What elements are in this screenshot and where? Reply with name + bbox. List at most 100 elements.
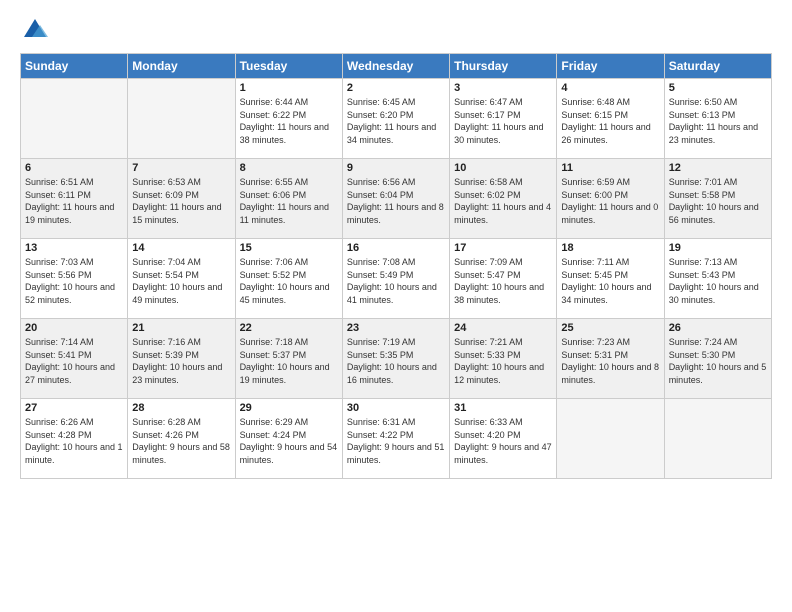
calendar-day-cell (21, 79, 128, 159)
day-number: 31 (454, 402, 552, 414)
day-number: 29 (240, 402, 338, 414)
day-number: 22 (240, 322, 338, 334)
day-info: Sunrise: 7:19 AM Sunset: 5:35 PM Dayligh… (347, 336, 445, 386)
calendar-weekday: Sunday (21, 54, 128, 79)
day-info: Sunrise: 6:53 AM Sunset: 6:09 PM Dayligh… (132, 176, 230, 226)
day-number: 11 (561, 162, 659, 174)
page: SundayMondayTuesdayWednesdayThursdayFrid… (0, 0, 792, 612)
day-info: Sunrise: 7:16 AM Sunset: 5:39 PM Dayligh… (132, 336, 230, 386)
day-number: 8 (240, 162, 338, 174)
day-info: Sunrise: 6:31 AM Sunset: 4:22 PM Dayligh… (347, 416, 445, 466)
day-number: 16 (347, 242, 445, 254)
calendar-week-row: 1 Sunrise: 6:44 AM Sunset: 6:22 PM Daylig… (21, 79, 772, 159)
day-number: 15 (240, 242, 338, 254)
calendar-day-cell: 27 Sunrise: 6:26 AM Sunset: 4:28 PM Dayli… (21, 399, 128, 479)
calendar-day-cell (557, 399, 664, 479)
day-info: Sunrise: 7:18 AM Sunset: 5:37 PM Dayligh… (240, 336, 338, 386)
calendar-day-cell: 14 Sunrise: 7:04 AM Sunset: 5:54 PM Dayli… (128, 239, 235, 319)
day-number: 30 (347, 402, 445, 414)
day-number: 27 (25, 402, 123, 414)
day-number: 24 (454, 322, 552, 334)
day-info: Sunrise: 7:01 AM Sunset: 5:58 PM Dayligh… (669, 176, 767, 226)
day-number: 28 (132, 402, 230, 414)
calendar-week-row: 20Sunrise: 7:14 AM Sunset: 5:41 PM Dayli… (21, 319, 772, 399)
calendar-day-cell: 2 Sunrise: 6:45 AM Sunset: 6:20 PM Daylig… (342, 79, 449, 159)
calendar-day-cell: 15 Sunrise: 7:06 AM Sunset: 5:52 PM Dayli… (235, 239, 342, 319)
day-number: 21 (132, 322, 230, 334)
day-info: Sunrise: 7:21 AM Sunset: 5:33 PM Dayligh… (454, 336, 552, 386)
day-number: 18 (561, 242, 659, 254)
day-info: Sunrise: 6:56 AM Sunset: 6:04 PM Dayligh… (347, 176, 445, 226)
day-info: Sunrise: 6:47 AM Sunset: 6:17 PM Dayligh… (454, 96, 552, 146)
calendar-day-cell: 31 Sunrise: 6:33 AM Sunset: 4:20 PM Dayli… (450, 399, 557, 479)
calendar-day-cell: 7 Sunrise: 6:53 AM Sunset: 6:09 PM Daylig… (128, 159, 235, 239)
day-number: 2 (347, 82, 445, 94)
calendar-day-cell (128, 79, 235, 159)
day-number: 23 (347, 322, 445, 334)
calendar-header-row: SundayMondayTuesdayWednesdayThursdayFrid… (21, 54, 772, 79)
calendar-day-cell: 29 Sunrise: 6:29 AM Sunset: 4:24 PM Dayli… (235, 399, 342, 479)
day-info: Sunrise: 6:50 AM Sunset: 6:13 PM Dayligh… (669, 96, 767, 146)
day-number: 26 (669, 322, 767, 334)
day-info: Sunrise: 7:04 AM Sunset: 5:54 PM Dayligh… (132, 256, 230, 306)
day-info: Sunrise: 6:44 AM Sunset: 6:22 PM Dayligh… (240, 96, 338, 146)
calendar-day-cell: 6 Sunrise: 6:51 AM Sunset: 6:11 PM Daylig… (21, 159, 128, 239)
day-info: Sunrise: 6:45 AM Sunset: 6:20 PM Dayligh… (347, 96, 445, 146)
calendar-day-cell: 12 Sunrise: 7:01 AM Sunset: 5:58 PM Dayli… (664, 159, 771, 239)
logo (20, 15, 54, 45)
calendar-week-row: 13 Sunrise: 7:03 AM Sunset: 5:56 PM Dayli… (21, 239, 772, 319)
day-number: 3 (454, 82, 552, 94)
day-number: 13 (25, 242, 123, 254)
day-number: 6 (25, 162, 123, 174)
day-number: 17 (454, 242, 552, 254)
calendar-day-cell: 28Sunrise: 6:28 AM Sunset: 4:26 PM Dayli… (128, 399, 235, 479)
day-number: 19 (669, 242, 767, 254)
calendar-day-cell: 26 Sunrise: 7:24 AM Sunset: 5:30 PM Dayli… (664, 319, 771, 399)
calendar-week-row: 27 Sunrise: 6:26 AM Sunset: 4:28 PM Dayli… (21, 399, 772, 479)
day-number: 9 (347, 162, 445, 174)
calendar-day-cell: 4 Sunrise: 6:48 AM Sunset: 6:15 PM Daylig… (557, 79, 664, 159)
calendar-day-cell: 25 Sunrise: 7:23 AM Sunset: 5:31 PM Dayli… (557, 319, 664, 399)
calendar-table: SundayMondayTuesdayWednesdayThursdayFrid… (20, 53, 772, 479)
calendar-week-row: 6 Sunrise: 6:51 AM Sunset: 6:11 PM Daylig… (21, 159, 772, 239)
day-info: Sunrise: 6:58 AM Sunset: 6:02 PM Dayligh… (454, 176, 552, 226)
day-info: Sunrise: 7:08 AM Sunset: 5:49 PM Dayligh… (347, 256, 445, 306)
day-number: 7 (132, 162, 230, 174)
calendar-day-cell: 3 Sunrise: 6:47 AM Sunset: 6:17 PM Daylig… (450, 79, 557, 159)
day-number: 10 (454, 162, 552, 174)
day-info: Sunrise: 6:55 AM Sunset: 6:06 PM Dayligh… (240, 176, 338, 226)
day-number: 12 (669, 162, 767, 174)
calendar-weekday: Monday (128, 54, 235, 79)
calendar-day-cell: 8 Sunrise: 6:55 AM Sunset: 6:06 PM Daylig… (235, 159, 342, 239)
calendar-day-cell: 17Sunrise: 7:09 AM Sunset: 5:47 PM Dayli… (450, 239, 557, 319)
day-info: Sunrise: 6:48 AM Sunset: 6:15 PM Dayligh… (561, 96, 659, 146)
day-info: Sunrise: 6:59 AM Sunset: 6:00 PM Dayligh… (561, 176, 659, 226)
header (20, 15, 772, 45)
calendar-day-cell: 11 Sunrise: 6:59 AM Sunset: 6:00 PM Dayli… (557, 159, 664, 239)
calendar-weekday: Friday (557, 54, 664, 79)
day-info: Sunrise: 7:13 AM Sunset: 5:43 PM Dayligh… (669, 256, 767, 306)
day-number: 25 (561, 322, 659, 334)
calendar-day-cell (664, 399, 771, 479)
calendar-day-cell: 9 Sunrise: 6:56 AM Sunset: 6:04 PM Daylig… (342, 159, 449, 239)
calendar-weekday: Tuesday (235, 54, 342, 79)
day-info: Sunrise: 7:03 AM Sunset: 5:56 PM Dayligh… (25, 256, 123, 306)
day-number: 4 (561, 82, 659, 94)
day-info: Sunrise: 7:11 AM Sunset: 5:45 PM Dayligh… (561, 256, 659, 306)
calendar-day-cell: 10 Sunrise: 6:58 AM Sunset: 6:02 PM Dayli… (450, 159, 557, 239)
day-number: 5 (669, 82, 767, 94)
day-info: Sunrise: 7:23 AM Sunset: 5:31 PM Dayligh… (561, 336, 659, 386)
day-info: Sunrise: 6:51 AM Sunset: 6:11 PM Dayligh… (25, 176, 123, 226)
calendar-weekday: Wednesday (342, 54, 449, 79)
day-number: 14 (132, 242, 230, 254)
logo-icon (20, 15, 50, 45)
calendar-weekday: Saturday (664, 54, 771, 79)
day-info: Sunrise: 7:24 AM Sunset: 5:30 PM Dayligh… (669, 336, 767, 386)
day-number: 1 (240, 82, 338, 94)
day-info: Sunrise: 6:33 AM Sunset: 4:20 PM Dayligh… (454, 416, 552, 466)
calendar-day-cell: 18 Sunrise: 7:11 AM Sunset: 5:45 PM Dayli… (557, 239, 664, 319)
calendar-day-cell: 22 Sunrise: 7:18 AM Sunset: 5:37 PM Dayli… (235, 319, 342, 399)
day-info: Sunrise: 6:29 AM Sunset: 4:24 PM Dayligh… (240, 416, 338, 466)
day-info: Sunrise: 7:06 AM Sunset: 5:52 PM Dayligh… (240, 256, 338, 306)
day-info: Sunrise: 6:26 AM Sunset: 4:28 PM Dayligh… (25, 416, 123, 466)
